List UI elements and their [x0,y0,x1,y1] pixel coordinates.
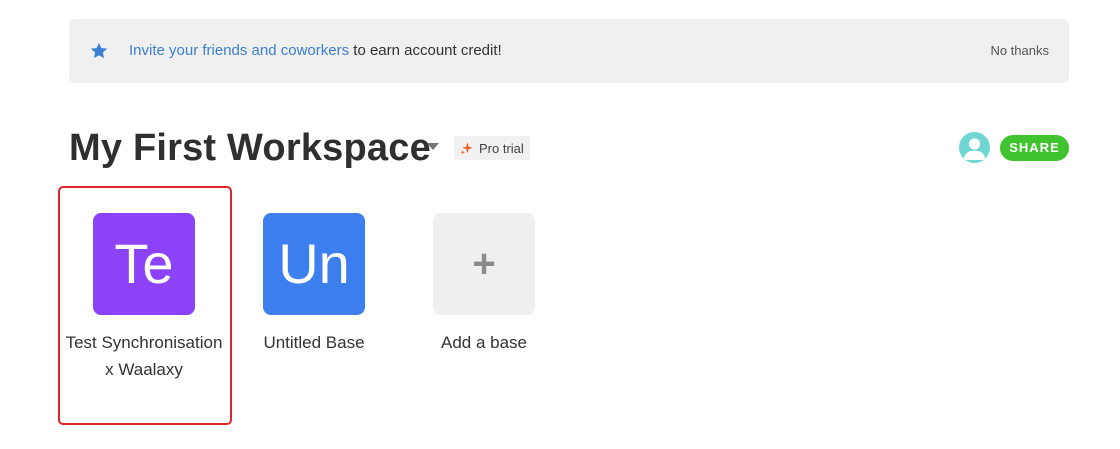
base-item[interactable]: Un Untitled Base [229,213,399,356]
no-thanks-button[interactable]: No thanks [990,43,1049,59]
workspace-title[interactable]: My First Workspace [69,124,431,172]
add-base-button[interactable]: + Add a base [399,213,569,356]
plus-icon: + [433,213,535,315]
share-button[interactable]: SHARE [1000,135,1069,161]
pro-trial-label: Pro trial [479,140,524,156]
user-avatar[interactable] [959,132,990,163]
base-item[interactable]: Te Test Synchronisation x Waalaxy [59,213,229,383]
workspace-menu-caret-icon[interactable] [427,143,439,150]
user-icon [963,138,986,160]
sparkle-icon [460,141,473,155]
invite-message-text: to earn account credit! [349,42,502,59]
base-icon: Un [263,213,365,315]
star-icon [90,42,108,59]
invite-message: Invite your friends and coworkers to ear… [129,42,502,60]
invite-link[interactable]: Invite your friends and coworkers [129,42,349,59]
workspace-page: Invite your friends and coworkers to ear… [0,0,1120,449]
invite-banner: Invite your friends and coworkers to ear… [69,19,1069,83]
base-name: Untitled Base [263,333,365,352]
add-base-label: Add a base [440,333,527,352]
pro-trial-badge[interactable]: Pro trial [454,136,530,160]
base-name: Test Synchronisation x Waalaxy [65,333,223,379]
base-icon: Te [93,213,195,315]
